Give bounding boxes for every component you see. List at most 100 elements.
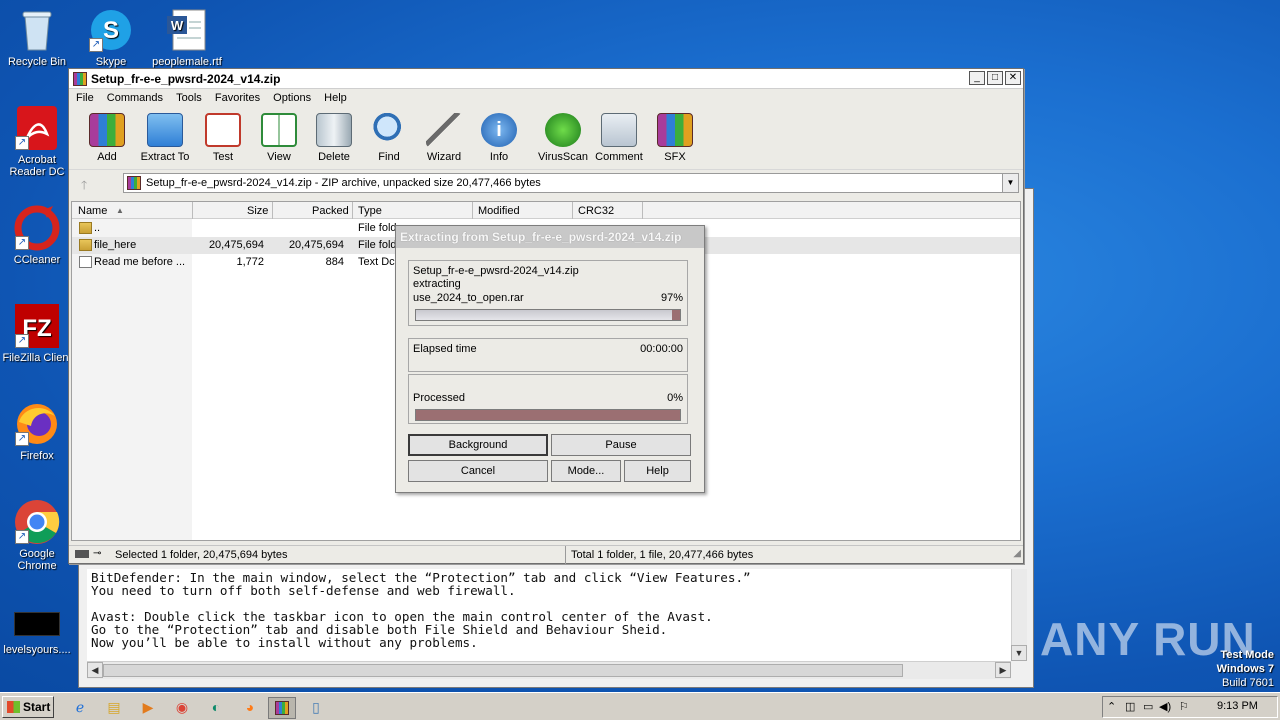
test-label: Test: [212, 151, 234, 163]
desktop-icon-ccleaner[interactable]: ↗ CCleaner: [0, 204, 74, 266]
tray-expand-icon[interactable]: ⌃: [1107, 700, 1116, 713]
help-button[interactable]: Help: [624, 460, 691, 482]
row-packed: 884: [325, 256, 344, 268]
row-type: File fold: [358, 239, 397, 251]
address-field[interactable]: Setup_fr-e-e_pwsrd-2024_v14.zip - ZIP ar…: [123, 173, 1019, 193]
pause-button[interactable]: Pause: [551, 434, 691, 456]
sfx-button[interactable]: SFX: [647, 113, 703, 163]
file-progress-fill: [416, 310, 673, 320]
scroll-left-button[interactable]: ◀: [87, 662, 103, 678]
row-name: Read me before ...: [94, 256, 186, 268]
close-button[interactable]: ✕: [1005, 71, 1021, 85]
chevron-down-icon[interactable]: ▼: [1002, 174, 1018, 192]
add-button[interactable]: Add: [79, 113, 135, 163]
minimize-button[interactable]: _: [969, 71, 985, 85]
title-bar[interactable]: Setup_fr-e-e_pwsrd-2024_v14.zip _ □ ✕: [69, 69, 1023, 89]
flag-icon[interactable]: ⚐: [1179, 700, 1189, 713]
extraction-dialog[interactable]: Extracting from Setup_fr-e-e_pwsrd-2024_…: [395, 225, 705, 493]
test-button[interactable]: Test: [195, 113, 251, 163]
delete-button[interactable]: Delete: [306, 113, 362, 163]
notepad-horizontal-scrollbar[interactable]: ◀ ▶: [87, 661, 1011, 679]
winrar-taskbar-icon[interactable]: [268, 697, 296, 719]
notepad-taskbar-icon[interactable]: ▯: [302, 697, 330, 719]
column-modified[interactable]: Modified: [478, 205, 520, 217]
column-packed[interactable]: Packed: [312, 205, 349, 217]
magnifier-icon: [371, 113, 407, 147]
volume-icon[interactable]: ◀): [1159, 700, 1171, 713]
cancel-button[interactable]: Cancel: [408, 460, 548, 482]
archive-icon: [127, 176, 141, 190]
file-icon: [13, 612, 61, 642]
resize-grip-icon[interactable]: ◢: [1013, 548, 1021, 559]
media-player-icon[interactable]: ▶: [134, 697, 162, 719]
test-mode-text: Test Mode Windows 7 Build 7601: [1217, 648, 1274, 690]
menu-favorites[interactable]: Favorites: [210, 89, 265, 107]
virusscan-label: VirusScan: [538, 151, 588, 163]
notepad-text-area[interactable]: BitDefender: In the main window, select …: [87, 569, 1011, 661]
magic-wand-icon: [426, 113, 462, 147]
test-mode-line: Test Mode: [1220, 649, 1274, 661]
virusscan-button[interactable]: VirusScan: [535, 113, 591, 163]
maximize-button[interactable]: □: [987, 71, 1003, 85]
comment-icon: [601, 113, 637, 147]
archive-name: Setup_fr-e-e_pwsrd-2024_v14.zip: [413, 265, 579, 277]
dialog-title[interactable]: Extracting from Setup_fr-e-e_pwsrd-2024_…: [396, 226, 704, 248]
background-button[interactable]: Background: [408, 434, 548, 456]
clock[interactable]: 9:13 PM: [1217, 700, 1258, 712]
network-icon[interactable]: ◫: [1125, 700, 1135, 713]
firefox-taskbar-icon[interactable]: ◕: [236, 697, 264, 719]
scroll-down-button[interactable]: ▼: [1011, 645, 1027, 661]
text-file-icon: [79, 256, 92, 268]
find-label: Find: [378, 151, 400, 163]
folder-icon: [147, 113, 183, 147]
menu-help[interactable]: Help: [319, 89, 352, 107]
menu-tools[interactable]: Tools: [171, 89, 207, 107]
comment-label: Comment: [595, 151, 643, 163]
monitor-icon[interactable]: ▭: [1143, 700, 1153, 713]
wizard-button[interactable]: Wizard: [416, 113, 472, 163]
word-document-icon: W: [163, 6, 211, 54]
desktop-icon-filezilla[interactable]: FZ ↗ FileZilla Client: [0, 302, 74, 364]
internet-explorer-icon[interactable]: ℯ: [66, 697, 94, 719]
scroll-thumb[interactable]: [103, 664, 903, 677]
recycle-bin-icon: [13, 6, 61, 54]
view-button[interactable]: View: [251, 113, 307, 163]
desktop-icon-levelsyours[interactable]: levelsyours....: [0, 612, 74, 656]
file-list-header: Name ▲ Size Packed Type Modified CRC32: [72, 202, 1020, 219]
file-explorer-icon[interactable]: ▤: [100, 697, 128, 719]
desktop-icon-skype[interactable]: S ↗ Skype: [74, 6, 148, 68]
edge-icon[interactable]: ◐: [202, 697, 230, 719]
desktop-icon-acrobat[interactable]: ↗ Acrobat Reader DC: [0, 104, 74, 178]
desktop-icon-label: Firefox: [20, 450, 54, 462]
address-path: Setup_fr-e-e_pwsrd-2024_v14.zip - ZIP ar…: [146, 177, 541, 189]
extract-to-button[interactable]: Extract To: [137, 113, 193, 163]
info-button[interactable]: i Info: [471, 113, 527, 163]
comment-button[interactable]: Comment: [591, 113, 647, 163]
notepad-vertical-scrollbar[interactable]: ▼: [1011, 569, 1027, 661]
svg-text:W: W: [171, 18, 184, 33]
find-button[interactable]: Find: [361, 113, 417, 163]
scroll-right-button[interactable]: ▶: [995, 662, 1011, 678]
column-type[interactable]: Type: [358, 205, 382, 217]
desktop-icon-recycle-bin[interactable]: Recycle Bin: [0, 6, 74, 68]
desktop-icon-firefox[interactable]: ↗ Firefox: [0, 400, 74, 462]
ccleaner-icon: ↗: [13, 204, 61, 252]
desktop-icon-label: CCleaner: [13, 254, 61, 266]
start-button[interactable]: Start: [2, 696, 54, 718]
menu-commands[interactable]: Commands: [102, 89, 168, 107]
wizard-label: Wizard: [426, 151, 462, 163]
desktop-icon-chrome[interactable]: ↗ Google Chrome: [0, 498, 74, 572]
chrome-taskbar-icon[interactable]: ◉: [168, 697, 196, 719]
mode-button[interactable]: Mode...: [551, 460, 621, 482]
column-size[interactable]: Size: [247, 205, 268, 217]
processed-group: Processed 0%: [408, 374, 688, 424]
folder-icon: [79, 239, 92, 251]
up-arrow-icon[interactable]: 🡑: [81, 176, 87, 197]
desktop-icon-peoplemale[interactable]: W peoplemale.rtf: [150, 6, 224, 68]
menu-file[interactable]: File: [71, 89, 99, 107]
column-crc32[interactable]: CRC32: [578, 205, 614, 217]
menu-options[interactable]: Options: [268, 89, 316, 107]
trash-icon: [316, 113, 352, 147]
desktop-icon-label: Skype: [95, 56, 127, 68]
column-name[interactable]: Name: [78, 205, 107, 217]
